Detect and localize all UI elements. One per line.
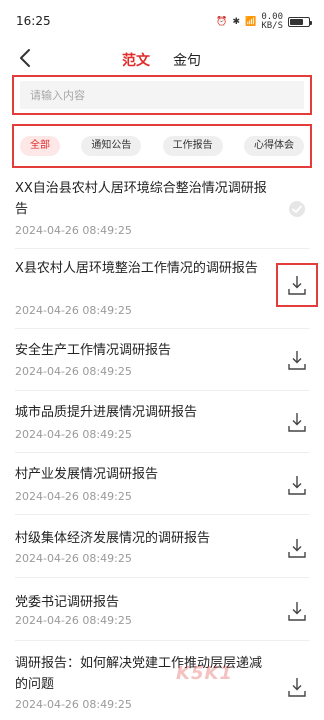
- divider: [15, 248, 309, 249]
- status-time: 16:25: [16, 14, 51, 28]
- download-icon[interactable]: [287, 274, 307, 296]
- item-date: 2024-04-26 08:49:25: [15, 552, 132, 565]
- battery-icon: [288, 17, 312, 27]
- divider: [15, 640, 309, 641]
- downloaded-check-icon: [289, 201, 305, 217]
- item-title[interactable]: 村产业发展情况调研报告: [15, 464, 270, 485]
- item-date: 2024-04-26 08:49:25: [15, 614, 132, 627]
- item-title[interactable]: 城市品质提升进展情况调研报告: [15, 402, 270, 423]
- bluetooth-icon: ✱: [232, 17, 241, 27]
- download-icon[interactable]: [287, 349, 307, 371]
- back-arrow-icon[interactable]: [14, 46, 38, 70]
- divider: [15, 577, 309, 578]
- filter-chip-notice[interactable]: 通知公告: [81, 136, 142, 156]
- search-box: [12, 75, 312, 115]
- tab-jinju[interactable]: 金句: [173, 50, 201, 70]
- item-date: 2024-04-26 08:49:25: [15, 224, 132, 237]
- filter-chip-all[interactable]: 全部: [20, 136, 60, 156]
- signal-icon: 📶: [245, 17, 257, 27]
- download-icon[interactable]: [287, 537, 307, 559]
- item-title[interactable]: 党委书记调研报告: [15, 592, 270, 613]
- net-speed: 0.00 KB/S: [261, 13, 283, 31]
- status-icons: ⏰ ✱ 📶 0.00 KB/S: [216, 13, 312, 31]
- alarm-icon: ⏰: [216, 17, 228, 27]
- divider: [15, 390, 309, 391]
- net-speed-unit: KB/S: [261, 21, 283, 31]
- battery-level: [290, 19, 303, 25]
- item-date: 2024-04-26 08:49:25: [15, 698, 132, 711]
- item-title[interactable]: X县农村人居环境整治工作情况的调研报告: [15, 258, 270, 279]
- divider: [15, 452, 309, 453]
- download-icon[interactable]: [287, 676, 307, 698]
- item-date: 2024-04-26 08:49:25: [15, 365, 132, 378]
- download-icon[interactable]: [287, 600, 307, 622]
- item-date: 2024-04-26 08:49:25: [15, 490, 132, 503]
- item-title[interactable]: 安全生产工作情况调研报告: [15, 340, 270, 361]
- status-bar: 16:25 ⏰ ✱ 📶 0.00 KB/S: [0, 0, 324, 40]
- item-title[interactable]: XX自治县农村人居环境综合整治情况调研报告: [15, 178, 270, 220]
- divider: [15, 514, 309, 515]
- watermark: K5K1: [176, 663, 233, 684]
- tab-fanwen[interactable]: 范文: [122, 50, 150, 70]
- item-title[interactable]: 村级集体经济发展情况的调研报告: [15, 528, 270, 549]
- download-icon[interactable]: [287, 411, 307, 433]
- filter-chip-experience[interactable]: 心得体会: [243, 136, 304, 156]
- header: 范文 金句: [0, 40, 324, 78]
- filter-chip-report[interactable]: 工作报告: [162, 136, 223, 156]
- item-date: 2024-04-26 08:49:25: [15, 304, 132, 317]
- search-input[interactable]: [20, 81, 304, 109]
- divider: [15, 328, 309, 329]
- filter-bar: 全部 通知公告 工作报告 心得体会: [12, 124, 312, 168]
- item-date: 2024-04-26 08:49:25: [15, 428, 132, 441]
- download-icon[interactable]: [287, 474, 307, 496]
